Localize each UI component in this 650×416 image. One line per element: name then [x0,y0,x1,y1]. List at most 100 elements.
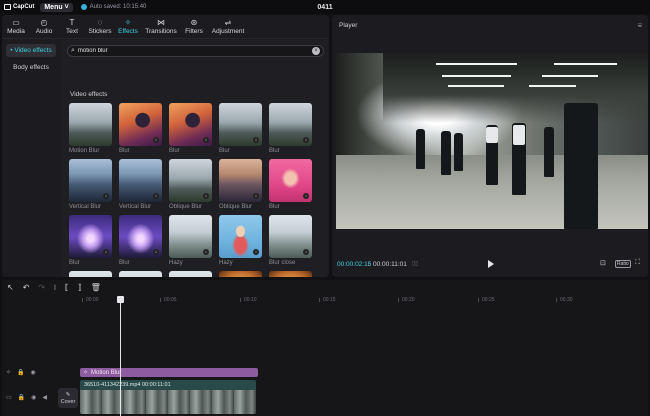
text-icon: T [69,17,75,27]
video-track-icon: ▭ [6,395,12,401]
effect-card[interactable]: ↓ Hazy [219,215,262,266]
download-icon[interactable]: ↓ [253,249,259,255]
ruler-tick: 00:25 [478,297,495,303]
download-icon[interactable]: ↓ [303,249,309,255]
effect-card[interactable]: ↓ Oblique Blur [169,159,212,210]
effect-card[interactable] [119,271,162,277]
effect-card[interactable]: ↓ Blur [219,103,262,154]
effect-card[interactable] [269,271,312,277]
ratio-button[interactable]: Ratio [615,260,631,268]
title-bar: CapCut Menu ˅ Auto saved: 10:15:40 0411 [0,0,650,14]
download-icon[interactable]: ↓ [153,193,159,199]
effect-thumbnail: ↓ [169,215,212,258]
effect-card[interactable]: ↓ Vertical Blur [69,159,112,210]
effect-card[interactable]: ↓ Vertical Blur [119,159,162,210]
effect-clip[interactable]: ✧ Motion Blur [80,368,258,377]
tab-transitions[interactable]: ⋈ Transitions [142,15,180,38]
effect-card[interactable]: ↓ Hazy [169,215,212,266]
download-icon[interactable]: ↓ [303,193,309,199]
video-clip[interactable]: 36510-411342239.mp4 00:00:11:01 [80,380,256,414]
effect-card[interactable]: ↓ Blur [269,103,312,154]
download-icon[interactable]: ↓ [203,249,209,255]
media-panel: ▭ Media ◴ Audio T Text ◌ Stickers ✧ Effects ⋈… [2,15,329,277]
focus-icon[interactable]: ⊡ [600,259,606,267]
effect-card[interactable]: ↓ Oblique Blur [219,159,262,210]
sidebar-item-body-effects[interactable]: Body effects [6,61,56,74]
delete-icon[interactable]: 🗑 [91,284,101,292]
download-icon[interactable]: ↓ [253,137,259,143]
effect-card[interactable]: ↓ Blur close [269,215,312,266]
split-right-icon[interactable]: ⟧ [78,284,82,292]
download-icon[interactable]: ↓ [103,249,109,255]
tab-filters[interactable]: ⊛ Filters [180,15,208,38]
effect-label: Hazy [219,260,233,266]
effect-clip-icon: ✧ [83,370,89,376]
scene-person [454,133,463,171]
video-preview[interactable] [336,53,648,229]
effect-card[interactable] [69,271,112,277]
eye-icon[interactable]: ◉ [31,394,36,401]
effect-card[interactable] [219,271,262,277]
effect-thumbnail [69,271,112,277]
effect-card[interactable]: ↓ Blur [269,159,312,210]
playhead[interactable] [120,297,121,416]
select-cursor-icon[interactable]: ↖ [7,284,14,292]
effect-thumbnail: ↓ [169,103,212,146]
lock-icon[interactable]: 🔒 [17,369,24,376]
effect-card[interactable]: ↓ Blur [69,215,112,266]
effect-card[interactable] [169,271,212,277]
ruler-tick: 00:20 [398,297,415,303]
timeline-toolbar: ↖ ↶ ↷ ⧘ ⟦ ⟧ 🗑 [2,280,648,296]
clear-search-icon[interactable]: × [312,47,320,55]
tab-adjustment[interactable]: ⇌ Adjustment [208,15,248,38]
tab-text[interactable]: T Text [58,15,86,38]
tab-effects[interactable]: ✧ Effects [114,15,142,38]
effect-thumbnail: ↓ [269,159,312,202]
hamburger-menu-icon[interactable]: ≡ [637,21,642,30]
download-icon[interactable]: ↓ [153,249,159,255]
ruler-tick: 00:15 [319,297,336,303]
time-separator: / [368,261,370,268]
split-icon[interactable]: ⧘ [54,284,56,292]
effect-label: Oblique Blur [219,204,253,210]
effect-card[interactable]: ↓ Blur [119,103,162,154]
tab-media[interactable]: ▭ Media [2,15,30,38]
download-icon[interactable]: ↓ [203,137,209,143]
redo-icon[interactable]: ↷ [38,284,45,292]
effects-content: ⌕ × Video effects Motion Blur↓Blur↓Blur↓… [62,40,329,277]
effect-label: Hazy [169,260,183,266]
scene-person [441,131,451,175]
download-icon[interactable]: ↓ [103,193,109,199]
effect-card[interactable]: ↓ Blur [119,215,162,266]
download-icon[interactable]: ↓ [153,137,159,143]
play-icon[interactable] [488,260,494,268]
cover-button[interactable]: ✎ Cover [58,388,78,408]
cloud-saved-icon [80,4,87,10]
fullscreen-icon[interactable]: ⛶ [635,259,640,267]
eye-icon[interactable]: ◉ [31,369,36,376]
player-title: Player [339,22,358,29]
effect-label: Blur [269,204,280,210]
split-left-icon[interactable]: ⟦ [65,284,69,292]
effect-label: Blur [119,260,130,266]
audio-icon[interactable]: ◀ [42,394,47,401]
menu-button[interactable]: Menu ˅ [40,2,73,12]
video-clip-label: 36510-411342239.mp4 00:00:11:01 [84,382,171,388]
tab-audio[interactable]: ◴ Audio [30,15,58,38]
ruler-tick: 00:30 [556,297,573,303]
download-icon[interactable]: ↓ [253,193,259,199]
download-icon[interactable]: ↓ [303,137,309,143]
lock-icon[interactable]: 🔒 [18,394,25,401]
timecode-icon[interactable]: ▯▯ [412,260,419,267]
undo-icon[interactable]: ↶ [23,284,30,292]
tab-stickers[interactable]: ◌ Stickers [86,15,114,38]
search-input[interactable] [77,48,312,54]
effect-thumbnail: ↓ [119,215,162,258]
playhead-handle[interactable] [117,296,124,303]
sidebar-item-video-effects[interactable]: • Video effects [6,44,56,57]
download-icon[interactable]: ↓ [203,193,209,199]
effect-card[interactable]: Motion Blur [69,103,112,154]
tab-label: Media [7,27,25,35]
effect-track-controls: ✧ 🔒 ◉ [6,369,36,376]
effect-card[interactable]: ↓ Blur [169,103,212,154]
